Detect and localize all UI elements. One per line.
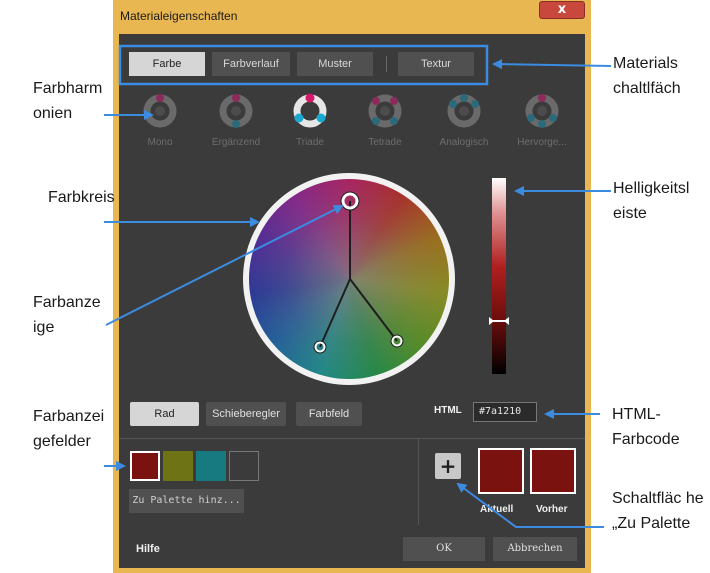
swatch-2[interactable] <box>163 451 193 481</box>
tab-farbverlauf[interactable]: Farbverlauf <box>212 52 290 76</box>
close-button[interactable]: x <box>539 1 585 19</box>
brightness-slider[interactable] <box>492 178 506 374</box>
harmony-label: Mono <box>147 137 173 148</box>
help-link[interactable]: Hilfe <box>136 543 160 555</box>
swatch-1[interactable] <box>130 451 160 481</box>
harmony-label: Tetrade <box>368 137 402 148</box>
previous-color-label: Vorher <box>536 504 568 515</box>
analogous-harmony-icon <box>447 94 481 128</box>
mode-colorfield-button[interactable]: Farbfeld <box>296 402 362 426</box>
triad-harmony-icon <box>293 93 327 128</box>
swatch-3[interactable] <box>196 451 226 481</box>
harmony-accent[interactable]: Hervorge... <box>512 92 572 148</box>
tetrad-harmony-icon <box>368 94 402 128</box>
annotation-wheel: Farbkreis <box>48 189 115 206</box>
annotation-swatches: Farbanzei gefelder <box>33 408 105 450</box>
html-code-field[interactable]: #7a1210 <box>473 402 537 422</box>
harmony-triad[interactable]: Triade <box>280 92 340 148</box>
current-color-swatch <box>478 448 524 494</box>
add-swatch-button[interactable]: + <box>435 453 461 479</box>
add-to-palette-button[interactable]: Zu Palette hinz... <box>129 489 244 513</box>
current-color-label: Aktuell <box>480 504 514 515</box>
tab-farbe[interactable]: Farbe <box>129 52 205 76</box>
mode-slider-button[interactable]: Schieberegler <box>206 402 286 426</box>
window-title: Materialeigenschaften <box>120 9 238 23</box>
cancel-button[interactable]: Abbrechen <box>493 537 577 561</box>
harmony-label: Analogisch <box>439 137 489 148</box>
annotation-html: HTML-Farbcode <box>612 406 680 448</box>
tab-divider <box>386 56 387 72</box>
annotation-materials: Materials chaltlfäch <box>613 55 681 97</box>
swatch-empty[interactable] <box>229 451 259 481</box>
annotation-color-indicator: Farbanze ige <box>33 294 101 336</box>
annotation-harmonies: Farbharm onien <box>33 80 103 122</box>
color-wheel[interactable] <box>243 173 455 385</box>
accent-harmony-icon <box>525 94 559 128</box>
harmony-label: Ergänzend <box>211 137 261 148</box>
mode-rad-button[interactable]: Rad <box>130 402 199 426</box>
title-bar[interactable]: Materialeigenschaften x <box>113 0 591 34</box>
brightness-slider-handle[interactable] <box>489 317 509 325</box>
tab-textur[interactable]: Textur <box>398 52 474 76</box>
annotation-brightness: Helligkeitsl eiste <box>613 180 690 222</box>
mono-harmony-icon <box>143 94 177 128</box>
harmony-label: Triade <box>296 137 324 148</box>
harmony-analogous[interactable]: Analogisch <box>434 92 494 148</box>
previous-color-swatch[interactable] <box>530 448 576 494</box>
harmony-label: Hervorge... <box>517 137 567 148</box>
annotation-palette-button: Schaltfläc he „Zu Palette <box>612 490 704 532</box>
complementary-harmony-icon <box>219 94 253 128</box>
harmony-tetrad[interactable]: Tetrade <box>355 92 415 148</box>
triad-markers <box>313 191 404 354</box>
harmony-complementary[interactable]: Ergänzend <box>206 92 266 148</box>
tab-muster[interactable]: Muster <box>297 52 373 76</box>
divider-horizontal <box>119 438 585 439</box>
divider-vertical <box>418 439 419 525</box>
html-code-label: HTML <box>434 405 462 416</box>
harmony-mono[interactable]: Mono <box>130 92 190 148</box>
ok-button[interactable]: OK <box>403 537 485 561</box>
